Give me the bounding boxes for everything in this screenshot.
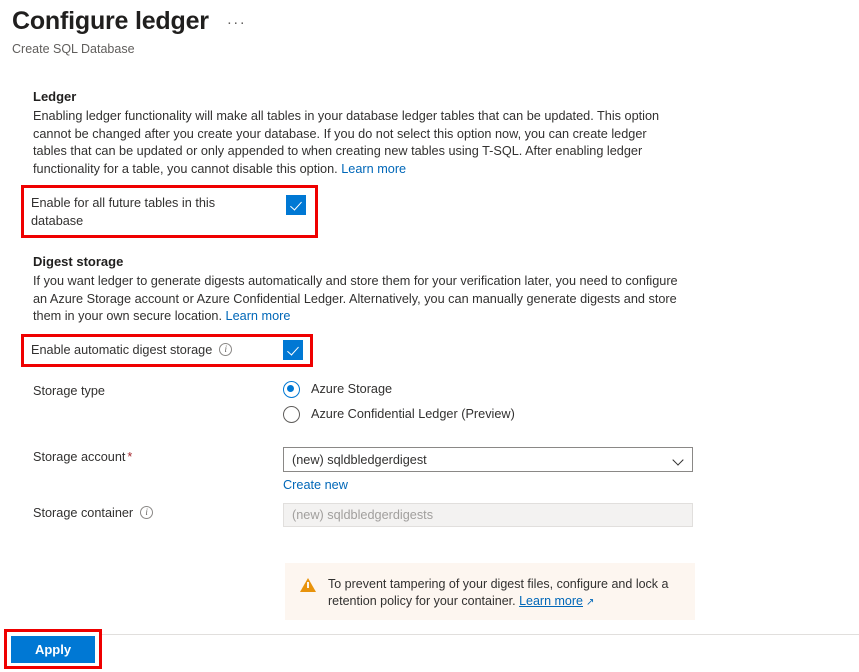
storage-container-placeholder: (new) sqldbledgerdigests (292, 508, 434, 522)
warning-learn-more-link[interactable]: Learn more (519, 594, 583, 608)
title-row: Configure ledger ··· (12, 6, 852, 36)
enable-auto-digest-checkbox[interactable] (283, 340, 303, 360)
retention-policy-warning-banner: To prevent tampering of your digest file… (285, 563, 695, 620)
warning-banner-text-wrap: To prevent tampering of your digest file… (328, 576, 678, 611)
page-title: Configure ledger (12, 7, 209, 35)
storage-account-label-text: Storage account (33, 450, 126, 464)
radio-azure-storage[interactable]: Azure Storage (283, 381, 515, 398)
enable-auto-digest-label-wrap: Enable automatic digest storage i (31, 340, 233, 360)
radio-azure-storage-label: Azure Storage (311, 382, 393, 396)
storage-type-radio-group: Azure Storage Azure Confidential Ledger … (283, 381, 515, 423)
storage-account-row: Storage account * (new) sqldbledgerdigest… (33, 447, 693, 494)
enable-future-tables-row[interactable]: Enable for all future tables in this dat… (31, 194, 306, 230)
radio-azure-confidential-ledger-label: Azure Confidential Ledger (Preview) (311, 407, 515, 421)
warning-banner-text: To prevent tampering of your digest file… (328, 577, 669, 608)
apply-button[interactable]: Apply (11, 636, 95, 663)
storage-container-input[interactable]: (new) sqldbledgerdigests (283, 503, 693, 527)
info-icon[interactable]: i (219, 342, 233, 356)
footer-divider (102, 634, 859, 635)
digest-storage-section: Digest storage If you want ledger to gen… (33, 253, 733, 326)
storage-type-row: Storage type Azure Storage Azure Confide… (33, 381, 515, 423)
blade-header: Configure ledger ··· Create SQL Database (12, 6, 852, 57)
digest-section-heading: Digest storage (33, 254, 124, 269)
create-new-storage-account-link[interactable]: Create new (283, 478, 348, 492)
required-marker: * (127, 450, 133, 464)
ledger-learn-more-link[interactable]: Learn more (341, 162, 406, 176)
enable-future-tables-label: Enable for all future tables in this dat… (31, 196, 216, 228)
storage-account-label: Storage account * (33, 447, 283, 467)
storage-container-row: Storage container i (new) sqldbledgerdige… (33, 503, 693, 527)
digest-learn-more-link[interactable]: Learn more (226, 309, 291, 323)
storage-container-label: Storage container i (33, 503, 283, 523)
storage-type-label: Storage type (33, 384, 105, 398)
enable-future-tables-checkbox[interactable] (286, 195, 306, 215)
radio-azure-confidential-ledger-indicator[interactable] (283, 406, 300, 423)
enable-auto-digest-row[interactable]: Enable automatic digest storage i (31, 339, 303, 360)
more-options-icon[interactable]: ··· (227, 15, 247, 30)
external-link-icon[interactable]: ↗ (586, 594, 594, 611)
main-content: Ledger Enabling ledger functionality wil… (33, 88, 733, 178)
storage-account-field-group: (new) sqldbledgerdigest Create new (283, 447, 693, 494)
digest-section-description: If you want ledger to generate digests a… (33, 273, 681, 326)
digest-description-text: If you want ledger to generate digests a… (33, 274, 678, 323)
storage-account-value: (new) sqldbledgerdigest (292, 452, 427, 467)
warning-icon (300, 578, 316, 592)
chevron-down-icon[interactable] (673, 455, 683, 465)
ledger-section-description: Enabling ledger functionality will make … (33, 108, 681, 178)
storage-account-dropdown[interactable]: (new) sqldbledgerdigest (283, 447, 693, 472)
storage-container-label-text: Storage container (33, 506, 134, 520)
radio-azure-confidential-ledger[interactable]: Azure Confidential Ledger (Preview) (283, 406, 515, 423)
breadcrumb: Create SQL Database (12, 42, 135, 56)
radio-azure-storage-indicator[interactable] (283, 381, 300, 398)
info-icon[interactable]: i (140, 506, 154, 520)
ledger-section-heading: Ledger (33, 89, 77, 104)
enable-auto-digest-label: Enable automatic digest storage (31, 342, 213, 357)
